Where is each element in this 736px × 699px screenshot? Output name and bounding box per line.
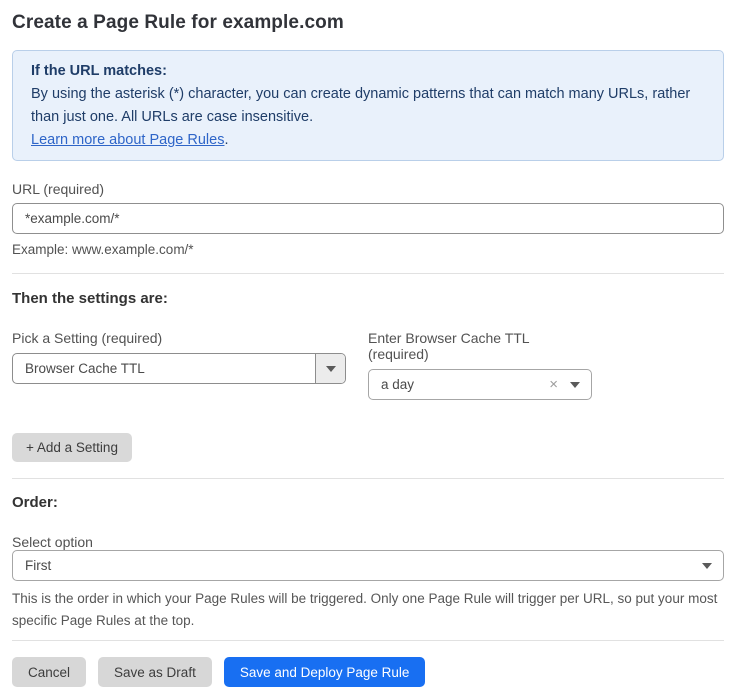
settings-row: Pick a Setting (required) Browser Cache …	[12, 330, 724, 400]
pick-setting-dropdown-button[interactable]	[315, 354, 345, 383]
add-setting-button[interactable]: + Add a Setting	[12, 433, 132, 462]
cancel-button[interactable]: Cancel	[12, 657, 86, 687]
url-example-text: Example: www.example.com/*	[12, 242, 724, 257]
info-box-body: By using the asterisk (*) character, you…	[31, 86, 690, 125]
ttl-label: Enter Browser Cache TTL (required)	[368, 330, 592, 362]
clear-icon[interactable]: ×	[549, 377, 558, 392]
order-help-text: This is the order in which your Page Rul…	[12, 588, 724, 632]
create-page-rule-form: Create a Page Rule for example.com If th…	[0, 0, 736, 699]
pick-setting-column: Pick a Setting (required) Browser Cache …	[12, 330, 346, 400]
url-input[interactable]	[12, 203, 724, 234]
ttl-value: a day	[369, 377, 549, 392]
order-select-value: First	[13, 558, 702, 573]
learn-more-link[interactable]: Learn more about Page Rules	[31, 132, 224, 148]
order-section-heading: Order:	[12, 494, 724, 511]
url-match-info-box: If the URL matches: By using the asteris…	[12, 50, 724, 161]
chevron-down-icon	[326, 366, 336, 372]
ttl-select[interactable]: a day ×	[368, 369, 592, 400]
info-box-heading: If the URL matches:	[31, 60, 705, 83]
divider	[12, 478, 724, 479]
save-and-deploy-button[interactable]: Save and Deploy Page Rule	[224, 657, 426, 687]
save-as-draft-button[interactable]: Save as Draft	[98, 657, 212, 687]
ttl-column: Enter Browser Cache TTL (required) a day…	[368, 330, 592, 400]
pick-setting-value: Browser Cache TTL	[13, 361, 315, 376]
divider	[12, 273, 724, 274]
settings-section-heading: Then the settings are:	[12, 290, 724, 307]
order-select-label: Select option	[12, 534, 724, 550]
divider	[12, 640, 724, 641]
order-select[interactable]: First	[12, 550, 724, 581]
pick-setting-label: Pick a Setting (required)	[12, 330, 346, 346]
chevron-down-icon	[570, 382, 580, 388]
url-field-label: URL (required)	[12, 181, 724, 197]
chevron-down-icon	[702, 563, 712, 569]
form-actions: Cancel Save as Draft Save and Deploy Pag…	[12, 657, 724, 687]
pick-setting-select[interactable]: Browser Cache TTL	[12, 353, 346, 384]
page-title: Create a Page Rule for example.com	[12, 12, 724, 34]
link-period: .	[224, 132, 228, 148]
